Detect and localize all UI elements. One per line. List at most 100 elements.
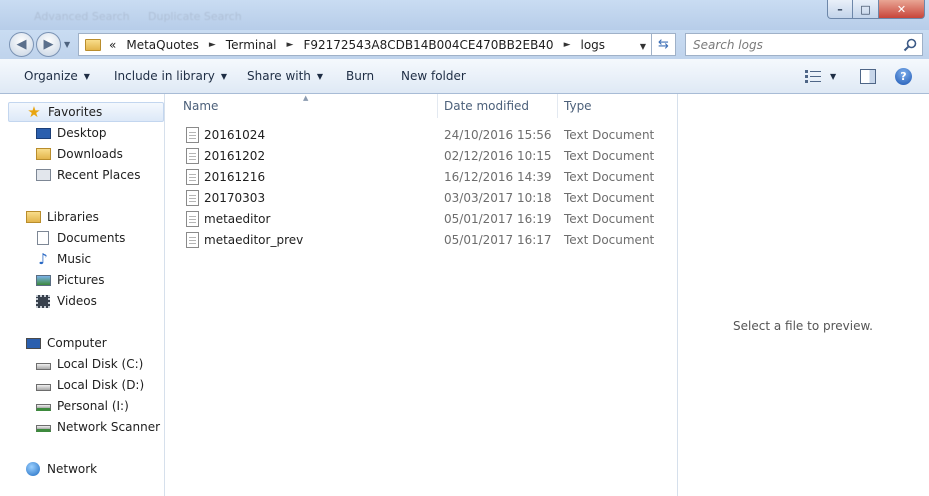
share-with-button[interactable]: Share with ▼ [247,69,323,83]
file-name: metaeditor [204,212,271,226]
text-file-icon [186,232,199,248]
breadcrumb-metaquotes[interactable]: MetaQuotes [126,38,199,52]
help-icon[interactable]: ? [895,68,912,85]
text-file-icon [186,148,199,164]
change-view-icon[interactable] [805,70,821,83]
nav-desktop[interactable]: Desktop [35,123,107,143]
hard-disk-icon [35,356,51,372]
film-icon [35,293,51,309]
nav-local-disk-c[interactable]: Local Disk (C:) [35,354,143,374]
organize-button[interactable]: Organize ▼ [24,69,90,83]
nav-computer[interactable]: Computer [25,333,107,353]
file-date-modified: 16/12/2016 14:39 [444,170,552,184]
chevron-down-icon: ▼ [316,72,324,81]
breadcrumb-overflow[interactable]: « [109,38,116,52]
window-controls: – □ ✕ [827,0,925,19]
chevron-down-icon: ▼ [220,72,228,81]
minimize-button[interactable]: – [827,0,853,19]
breadcrumb-logs[interactable]: logs [581,38,606,52]
refresh-icon: ⇆ [658,37,669,52]
file-list: Name ▲ Date modified Type 20161024 24/10… [165,94,677,496]
recent-places-icon [35,167,51,183]
close-icon: ✕ [896,2,907,16]
text-file-icon [186,190,199,206]
search-icon[interactable] [903,38,917,52]
file-date-modified: 24/10/2016 15:56 [444,128,552,142]
star-icon: ★ [27,103,41,121]
breadcrumb-terminal[interactable]: Terminal [226,38,277,52]
folder-icon [85,38,101,51]
file-date-modified: 03/03/2017 10:18 [444,191,552,205]
text-file-icon [186,169,199,185]
libraries-icon [25,209,41,225]
breadcrumb-separator[interactable]: ► [564,40,571,50]
close-button[interactable]: ✕ [879,0,925,19]
nav-network[interactable]: Network [25,459,97,479]
maximize-button[interactable]: □ [853,0,879,19]
nav-favorites[interactable]: ★ Favorites [8,102,164,122]
search-box[interactable] [685,33,923,56]
text-file-icon [186,127,199,143]
burn-button[interactable]: Burn [346,69,374,83]
file-type: Text Document [564,212,655,226]
file-type: Text Document [564,128,655,142]
new-folder-button[interactable]: New folder [401,69,466,83]
file-type: Text Document [564,233,655,247]
column-divider[interactable] [557,94,558,118]
table-row[interactable]: 20161024 24/10/2016 15:56 Text Document [183,124,673,145]
breadcrumb-separator[interactable]: ► [209,40,216,50]
nav-recent-places[interactable]: Recent Places [35,165,140,185]
column-header-name[interactable]: Name [183,94,218,118]
text-file-icon [186,211,199,227]
back-button[interactable]: ◀ [9,32,34,57]
nav-downloads[interactable]: Downloads [35,144,123,164]
view-options-dropdown[interactable]: ▼ [830,72,836,81]
address-dropdown-icon[interactable]: ▼ [640,42,646,51]
nav-local-disk-d[interactable]: Local Disk (D:) [35,375,144,395]
nav-music[interactable]: ♪ Music [35,249,91,269]
table-row[interactable]: metaeditor 05/01/2017 16:19 Text Documen… [183,208,673,229]
preview-message: Select a file to preview. [733,319,873,333]
file-type: Text Document [564,191,655,205]
preview-pane-toggle-icon[interactable] [860,69,876,84]
file-name: 20161024 [204,128,266,142]
table-row[interactable]: 20161216 16/12/2016 14:39 Text Document [183,166,673,187]
chevron-down-icon: ▼ [83,72,90,81]
search-input[interactable] [693,37,893,52]
maximize-icon: □ [860,2,871,16]
file-name: 20170303 [204,191,266,205]
nav-libraries[interactable]: Libraries [25,207,99,227]
refresh-button[interactable]: ⇆ [652,33,676,56]
nav-pictures[interactable]: Pictures [35,270,105,290]
file-name: 20161202 [204,149,266,163]
ghost-tab-duplicate-search: Duplicate Search [148,10,242,23]
table-row[interactable]: 20161202 02/12/2016 10:15 Text Document [183,145,673,166]
navigation-pane: ★ Favorites Desktop Downloads Recent Pla… [0,94,165,496]
hard-disk-icon [35,377,51,393]
nav-videos[interactable]: Videos [35,291,97,311]
file-date-modified: 02/12/2016 10:15 [444,149,552,163]
column-header-type[interactable]: Type [564,94,592,118]
breadcrumb-separator[interactable]: ► [287,40,294,50]
table-row[interactable]: metaeditor_prev 05/01/2017 16:17 Text Do… [183,229,673,250]
recent-pages-dropdown[interactable]: ▼ [64,40,70,49]
include-in-library-button[interactable]: Include in library ▼ [114,69,227,83]
network-drive-icon [35,398,51,414]
sort-ascending-icon: ▲ [303,94,309,102]
nav-documents[interactable]: Documents [35,228,125,248]
forward-button[interactable]: ▶ [36,32,61,57]
music-note-icon: ♪ [38,250,48,268]
file-type: Text Document [564,149,655,163]
nav-network-scanner-z[interactable]: Network Scanner (Z: [35,417,164,437]
address-bar[interactable]: « MetaQuotes ► Terminal ► F92172543A8CDB… [78,33,652,56]
pictures-icon [35,272,51,288]
nav-personal-i[interactable]: Personal (I:) [35,396,129,416]
column-header-date-modified[interactable]: Date modified [444,94,529,118]
table-row[interactable]: 20170303 03/03/2017 10:18 Text Document [183,187,673,208]
desktop-icon [35,125,51,141]
documents-icon [35,230,51,246]
file-name: metaeditor_prev [204,233,304,247]
preview-pane: Select a file to preview. [677,94,929,496]
breadcrumb-terminal-id[interactable]: F92172543A8CDB14B004CE470BB2EB40 [303,38,553,52]
column-divider[interactable] [437,94,438,118]
